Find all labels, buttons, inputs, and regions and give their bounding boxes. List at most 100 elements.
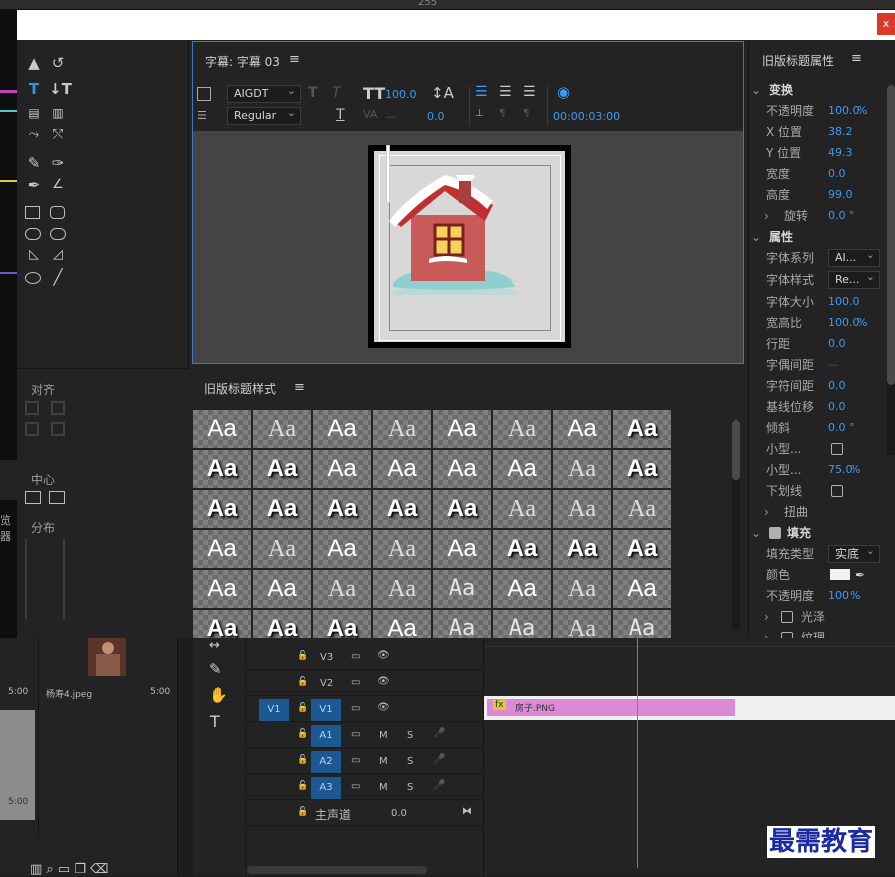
pen-tool-timeline-icon[interactable]: ✎	[209, 660, 222, 678]
sync-lock-icon[interactable]: ▭	[351, 755, 360, 766]
style-swatch[interactable]: Aa	[313, 450, 371, 488]
style-swatch[interactable]: Aa	[373, 410, 431, 448]
style-swatch[interactable]: Aa	[193, 490, 251, 528]
width-row[interactable]: 宽度 0.0	[749, 164, 895, 184]
style-swatch[interactable]: Aa	[253, 530, 311, 568]
style-swatch[interactable]: Aa	[313, 530, 371, 568]
smallcaps-checkbox[interactable]	[831, 443, 843, 455]
ellipse-tool-icon[interactable]	[25, 272, 41, 284]
font-family-select[interactable]: AIGDT	[227, 83, 301, 103]
align-buttons[interactable]	[25, 399, 65, 453]
rounded-rectangle-tool-icon[interactable]	[50, 206, 65, 219]
track-name[interactable]: V2	[320, 678, 333, 689]
sheen-row[interactable]: › 光泽	[749, 607, 895, 627]
sync-lock-icon[interactable]: ▭	[351, 781, 360, 792]
style-swatch[interactable]: Aa	[553, 570, 611, 608]
eye-icon[interactable]: 👁	[377, 702, 390, 713]
style-swatch[interactable]: Aa	[613, 570, 671, 608]
bold-icon[interactable]: T	[308, 85, 318, 101]
show-background-video-icon[interactable]: ◉	[557, 83, 570, 101]
style-swatch[interactable]: Aa	[613, 450, 671, 488]
style-swatch[interactable]: Aa	[493, 410, 551, 448]
solo-button[interactable]: S	[407, 730, 413, 741]
wedge-tool-icon[interactable]: ◺	[25, 246, 43, 264]
color-swatch[interactable]	[830, 569, 850, 580]
track-row[interactable]: 🔓 A3 ▭ M S 🎤	[247, 776, 483, 800]
selection-tool-icon[interactable]: ▲	[25, 54, 43, 72]
timecode-value[interactable]: 00:00:03:00	[553, 110, 620, 123]
opacity-row[interactable]: 不透明度 100.0%	[749, 101, 895, 121]
style-swatch[interactable]: Aa	[193, 610, 251, 638]
type-tool-icon[interactable]: T	[25, 80, 43, 98]
path-type-tool-icon[interactable]: ⤳	[25, 126, 43, 144]
x-position-row[interactable]: X 位置 38.2	[749, 122, 895, 142]
style-swatch[interactable]: Aa	[433, 410, 491, 448]
style-swatch[interactable]: Aa	[193, 410, 251, 448]
eye-icon[interactable]: 👁	[377, 676, 390, 687]
rotation-row[interactable]: › 旋转 0.0 °	[749, 206, 895, 226]
baseline-row[interactable]: 基线位移 0.0	[749, 397, 895, 417]
style-swatch[interactable]: Aa	[553, 490, 611, 528]
add-anchor-tool-icon[interactable]: ✒	[25, 176, 43, 194]
title-canvas[interactable]	[193, 131, 743, 363]
styles-scrollbar[interactable]	[732, 420, 740, 630]
paragraph-icon-1[interactable]: ¶	[499, 108, 505, 119]
voiceover-icon[interactable]: 🎤	[433, 754, 445, 765]
tracking-row[interactable]: 字符间距 0.0	[749, 376, 895, 396]
rotation-tool-icon[interactable]: ↺	[49, 54, 67, 72]
convert-anchor-tool-icon[interactable]: ∠	[49, 176, 67, 194]
font-style-row[interactable]: 字体样式 Re...	[749, 269, 895, 290]
slant-row[interactable]: 倾斜 0.0 °	[749, 418, 895, 438]
font-style-select[interactable]: Regular	[227, 105, 301, 125]
style-swatch[interactable]: Aa	[613, 410, 671, 448]
style-swatch[interactable]: Aa	[493, 450, 551, 488]
style-swatch[interactable]: Aa	[373, 530, 431, 568]
kerning-value[interactable]: 0.0	[427, 110, 445, 123]
eye-icon[interactable]: 👁	[377, 650, 390, 661]
style-swatch[interactable]: Aa	[313, 610, 371, 638]
line-tool-icon[interactable]: ╱	[49, 268, 67, 286]
timeline-scrollbar[interactable]	[247, 866, 427, 874]
sync-lock-icon[interactable]: ▭	[351, 677, 360, 688]
texture-row[interactable]: › 纹理	[749, 628, 895, 638]
style-swatch[interactable]: Aa	[193, 570, 251, 608]
track-row[interactable]: 🔓 V2 ▭ 👁	[247, 672, 483, 696]
track-row[interactable]: 🔓 A1 ▭ M S 🎤	[247, 724, 483, 748]
height-row[interactable]: 高度 99.0	[749, 185, 895, 205]
kerning-row[interactable]: 字偶间距 —	[749, 355, 895, 375]
align-left-icon[interactable]: ☰	[475, 84, 488, 100]
lock-icon[interactable]: 🔓	[297, 781, 308, 791]
style-swatch[interactable]: Aa	[553, 410, 611, 448]
tab-ruler-icon[interactable]: ⊥	[475, 108, 484, 119]
underline-checkbox[interactable]	[831, 485, 843, 497]
properties-scrollbar[interactable]	[887, 85, 895, 455]
type-tool-timeline-icon[interactable]: T	[210, 712, 220, 731]
area-type-tool-icon[interactable]: ▤	[25, 104, 43, 122]
font-size-value[interactable]: 100.0	[385, 88, 417, 101]
italic-icon[interactable]: T	[332, 85, 341, 101]
fill-opacity-row[interactable]: 不透明度 100%	[749, 586, 895, 606]
delete-anchor-tool-icon[interactable]: ✑	[49, 154, 67, 172]
clip-fx-badge[interactable]: fx	[493, 700, 506, 710]
track-name[interactable]: A1	[311, 725, 341, 747]
smallcaps-row[interactable]: 小型...	[749, 439, 895, 459]
style-swatch[interactable]: Aa	[493, 490, 551, 528]
close-button[interactable]: x	[877, 13, 895, 35]
style-swatch[interactable]: Aa	[253, 450, 311, 488]
sync-lock-icon[interactable]: ▭	[351, 703, 360, 714]
vertical-type-tool-icon[interactable]: ↓T	[49, 80, 72, 98]
slip-tool-icon[interactable]: ↔	[209, 638, 220, 653]
mute-button[interactable]: M	[379, 730, 388, 741]
style-swatch[interactable]: Aa	[433, 570, 491, 608]
underline-icon[interactable]: T	[336, 107, 345, 123]
underline-row[interactable]: 下划线	[749, 481, 895, 501]
fill-checkbox[interactable]	[769, 527, 781, 539]
style-swatch[interactable]: Aa	[613, 610, 671, 638]
panel-menu-icon[interactable]: ≡	[289, 52, 300, 67]
track-name[interactable]: A3	[311, 777, 341, 799]
pen-tool-icon[interactable]: ✎	[25, 154, 43, 172]
sync-lock-icon[interactable]: ▭	[351, 729, 360, 740]
align-center-icon[interactable]: ☰	[499, 84, 512, 100]
leading-row[interactable]: 行距 0.0	[749, 334, 895, 354]
smallcaps-size-row[interactable]: 小型... 75.0%	[749, 460, 895, 480]
